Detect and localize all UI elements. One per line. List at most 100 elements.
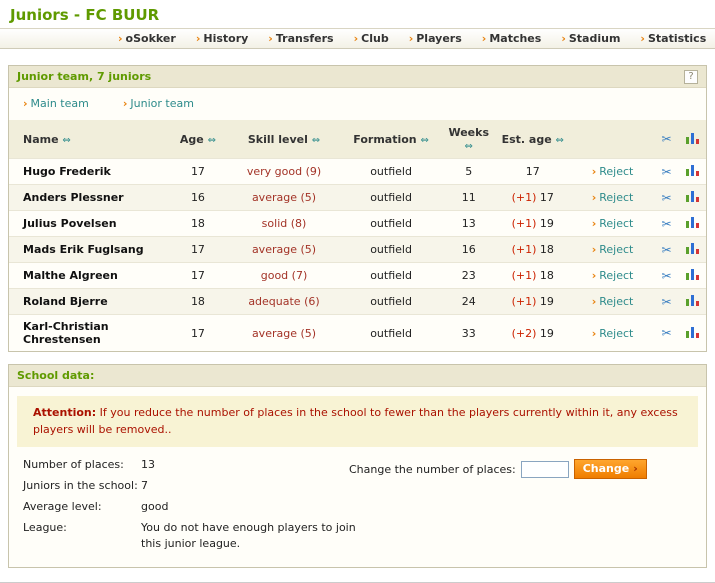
bar-chart-icon[interactable]: [686, 190, 700, 202]
scissors-cell: ✂: [653, 288, 680, 315]
sort-icon[interactable]: ⇔: [312, 135, 320, 146]
arrow-icon: ›: [195, 32, 201, 45]
field-average-level: Average level: good: [23, 499, 692, 515]
chart-cell: [679, 314, 706, 351]
reject-link[interactable]: › Reject: [592, 191, 634, 204]
header-label: Age: [179, 132, 204, 146]
nav-item-transfers[interactable]: › Transfers: [268, 32, 333, 45]
reject-link[interactable]: › Reject: [592, 295, 634, 308]
est-age-value: 19: [539, 326, 554, 340]
age-cell: 17: [166, 236, 230, 263]
reject-link[interactable]: › Reject: [592, 243, 634, 256]
bar-chart-icon[interactable]: [686, 216, 700, 228]
column-header-name[interactable]: Name ⇔: [9, 120, 167, 159]
scissors-cell: ✂: [653, 314, 680, 351]
scissors-icon[interactable]: ✂: [662, 165, 672, 179]
column-header-weeks[interactable]: Weeks ⇔: [443, 120, 494, 159]
nav-item-club[interactable]: › Club: [354, 32, 389, 45]
scissors-icon[interactable]: ✂: [662, 269, 672, 283]
sort-icon[interactable]: ⇔: [420, 135, 428, 146]
reject-link[interactable]: › Reject: [592, 327, 634, 340]
bar-chart-icon[interactable]: [686, 294, 700, 306]
reject-cell: › Reject: [571, 236, 654, 263]
main-nav: › oSokker › History › Transfers › Club › Play…: [0, 28, 715, 49]
arrow-icon: ›: [591, 326, 597, 340]
chart-cell: [679, 184, 706, 211]
age-cell: 17: [166, 262, 230, 289]
est-age-cell: (+1) 19: [493, 288, 572, 315]
nav-item-osokker[interactable]: › oSokker: [118, 32, 176, 45]
nav-item-statistics[interactable]: › Statistics: [640, 32, 706, 45]
column-header-skill[interactable]: Skill level ⇔: [229, 120, 339, 159]
est-age-value: 19: [539, 295, 554, 308]
reject-cell: › Reject: [571, 210, 654, 237]
change-button-label: Change: [582, 462, 630, 475]
sort-icon[interactable]: ⇔: [556, 135, 564, 146]
field-label: Number of places:: [23, 458, 124, 471]
sort-icon[interactable]: ⇔: [465, 141, 473, 152]
arrow-icon: ›: [640, 32, 645, 45]
bar-chart-icon[interactable]: [686, 164, 700, 176]
nav-item-history[interactable]: › History: [196, 32, 248, 45]
scissors-icon[interactable]: ✂: [662, 217, 672, 231]
column-header-est-age[interactable]: Est. age ⇔: [493, 120, 572, 159]
table-row: Mads Erik Fuglsang 17 average (5) outfie…: [9, 236, 706, 263]
arrow-icon: ›: [268, 32, 273, 45]
arrow-icon: ›: [591, 243, 597, 256]
places-input[interactable]: [520, 460, 569, 478]
est-age-value: 17: [539, 191, 554, 204]
reject-link[interactable]: › Reject: [592, 269, 634, 282]
formation-cell: outfield: [338, 210, 444, 237]
help-button[interactable]: ?: [684, 69, 698, 84]
bar-chart-icon[interactable]: [686, 268, 700, 280]
name-cell: Karl-Christian Chrestensen: [9, 314, 167, 351]
table-row: Hugo Frederik 17 very good (9) outfield …: [9, 158, 706, 185]
scissors-icon[interactable]: ✂: [662, 191, 672, 205]
sort-icon[interactable]: ⇔: [62, 135, 70, 146]
weeks-cell: 23: [443, 262, 494, 289]
bar-chart-icon[interactable]: [686, 326, 700, 338]
formation-cell: outfield: [338, 236, 444, 263]
bar-chart-icon[interactable]: [686, 132, 700, 144]
nav-item-stadium[interactable]: › Stadium: [561, 32, 620, 45]
scissors-icon[interactable]: ✂: [662, 243, 672, 257]
nav-item-matches[interactable]: › Matches: [482, 32, 542, 45]
junior-team-link[interactable]: › Junior team: [123, 97, 194, 110]
bar-chart-icon[interactable]: [686, 242, 700, 254]
table-row: Anders Plessner 16 average (5) outfield …: [9, 184, 706, 211]
header-label: Formation: [353, 132, 417, 146]
chart-cell: [679, 158, 706, 185]
scissors-icon[interactable]: ✂: [662, 295, 672, 309]
attention-message: Attention: If you reduce the number of p…: [17, 396, 698, 447]
button-arrow-icon: ›: [633, 462, 638, 475]
reject-link[interactable]: › Reject: [592, 165, 634, 178]
formation-cell: outfield: [338, 158, 444, 185]
change-button[interactable]: Change ›: [573, 459, 647, 479]
field-league: League: You do not have enough players t…: [23, 520, 692, 552]
reject-label: Reject: [599, 295, 634, 308]
est-age-delta: (+2): [511, 326, 537, 340]
est-age-cell: (+2) 19: [493, 314, 572, 351]
reject-link[interactable]: › Reject: [592, 217, 634, 230]
change-places-label: Change the number of places:: [349, 462, 516, 476]
reject-cell: › Reject: [571, 288, 654, 315]
header-label: Skill level: [247, 132, 308, 146]
table-row: Karl-Christian Chrestensen 17 average (5…: [9, 314, 706, 351]
nav-item-label: Club: [361, 32, 389, 45]
column-header-age[interactable]: Age ⇔: [166, 120, 230, 159]
column-header-formation[interactable]: Formation ⇔: [338, 120, 444, 159]
reject-label: Reject: [599, 191, 634, 204]
scissors-icon[interactable]: ✂: [662, 326, 672, 340]
column-header-release[interactable]: ✂: [653, 120, 680, 159]
scissors-icon[interactable]: ✂: [662, 132, 672, 146]
arrow-icon: ›: [591, 217, 597, 230]
formation-cell: outfield: [338, 288, 444, 315]
skill-cell: solid (8): [229, 210, 339, 237]
column-header-chart[interactable]: [679, 120, 706, 159]
school-content: Change the number of places: Change › Num…: [9, 453, 706, 567]
nav-item-players[interactable]: › Players: [409, 32, 462, 45]
chart-cell: [679, 236, 706, 263]
sort-icon[interactable]: ⇔: [208, 135, 216, 146]
main-team-link[interactable]: › Main team: [23, 97, 89, 110]
attention-label: Attention:: [33, 406, 97, 419]
